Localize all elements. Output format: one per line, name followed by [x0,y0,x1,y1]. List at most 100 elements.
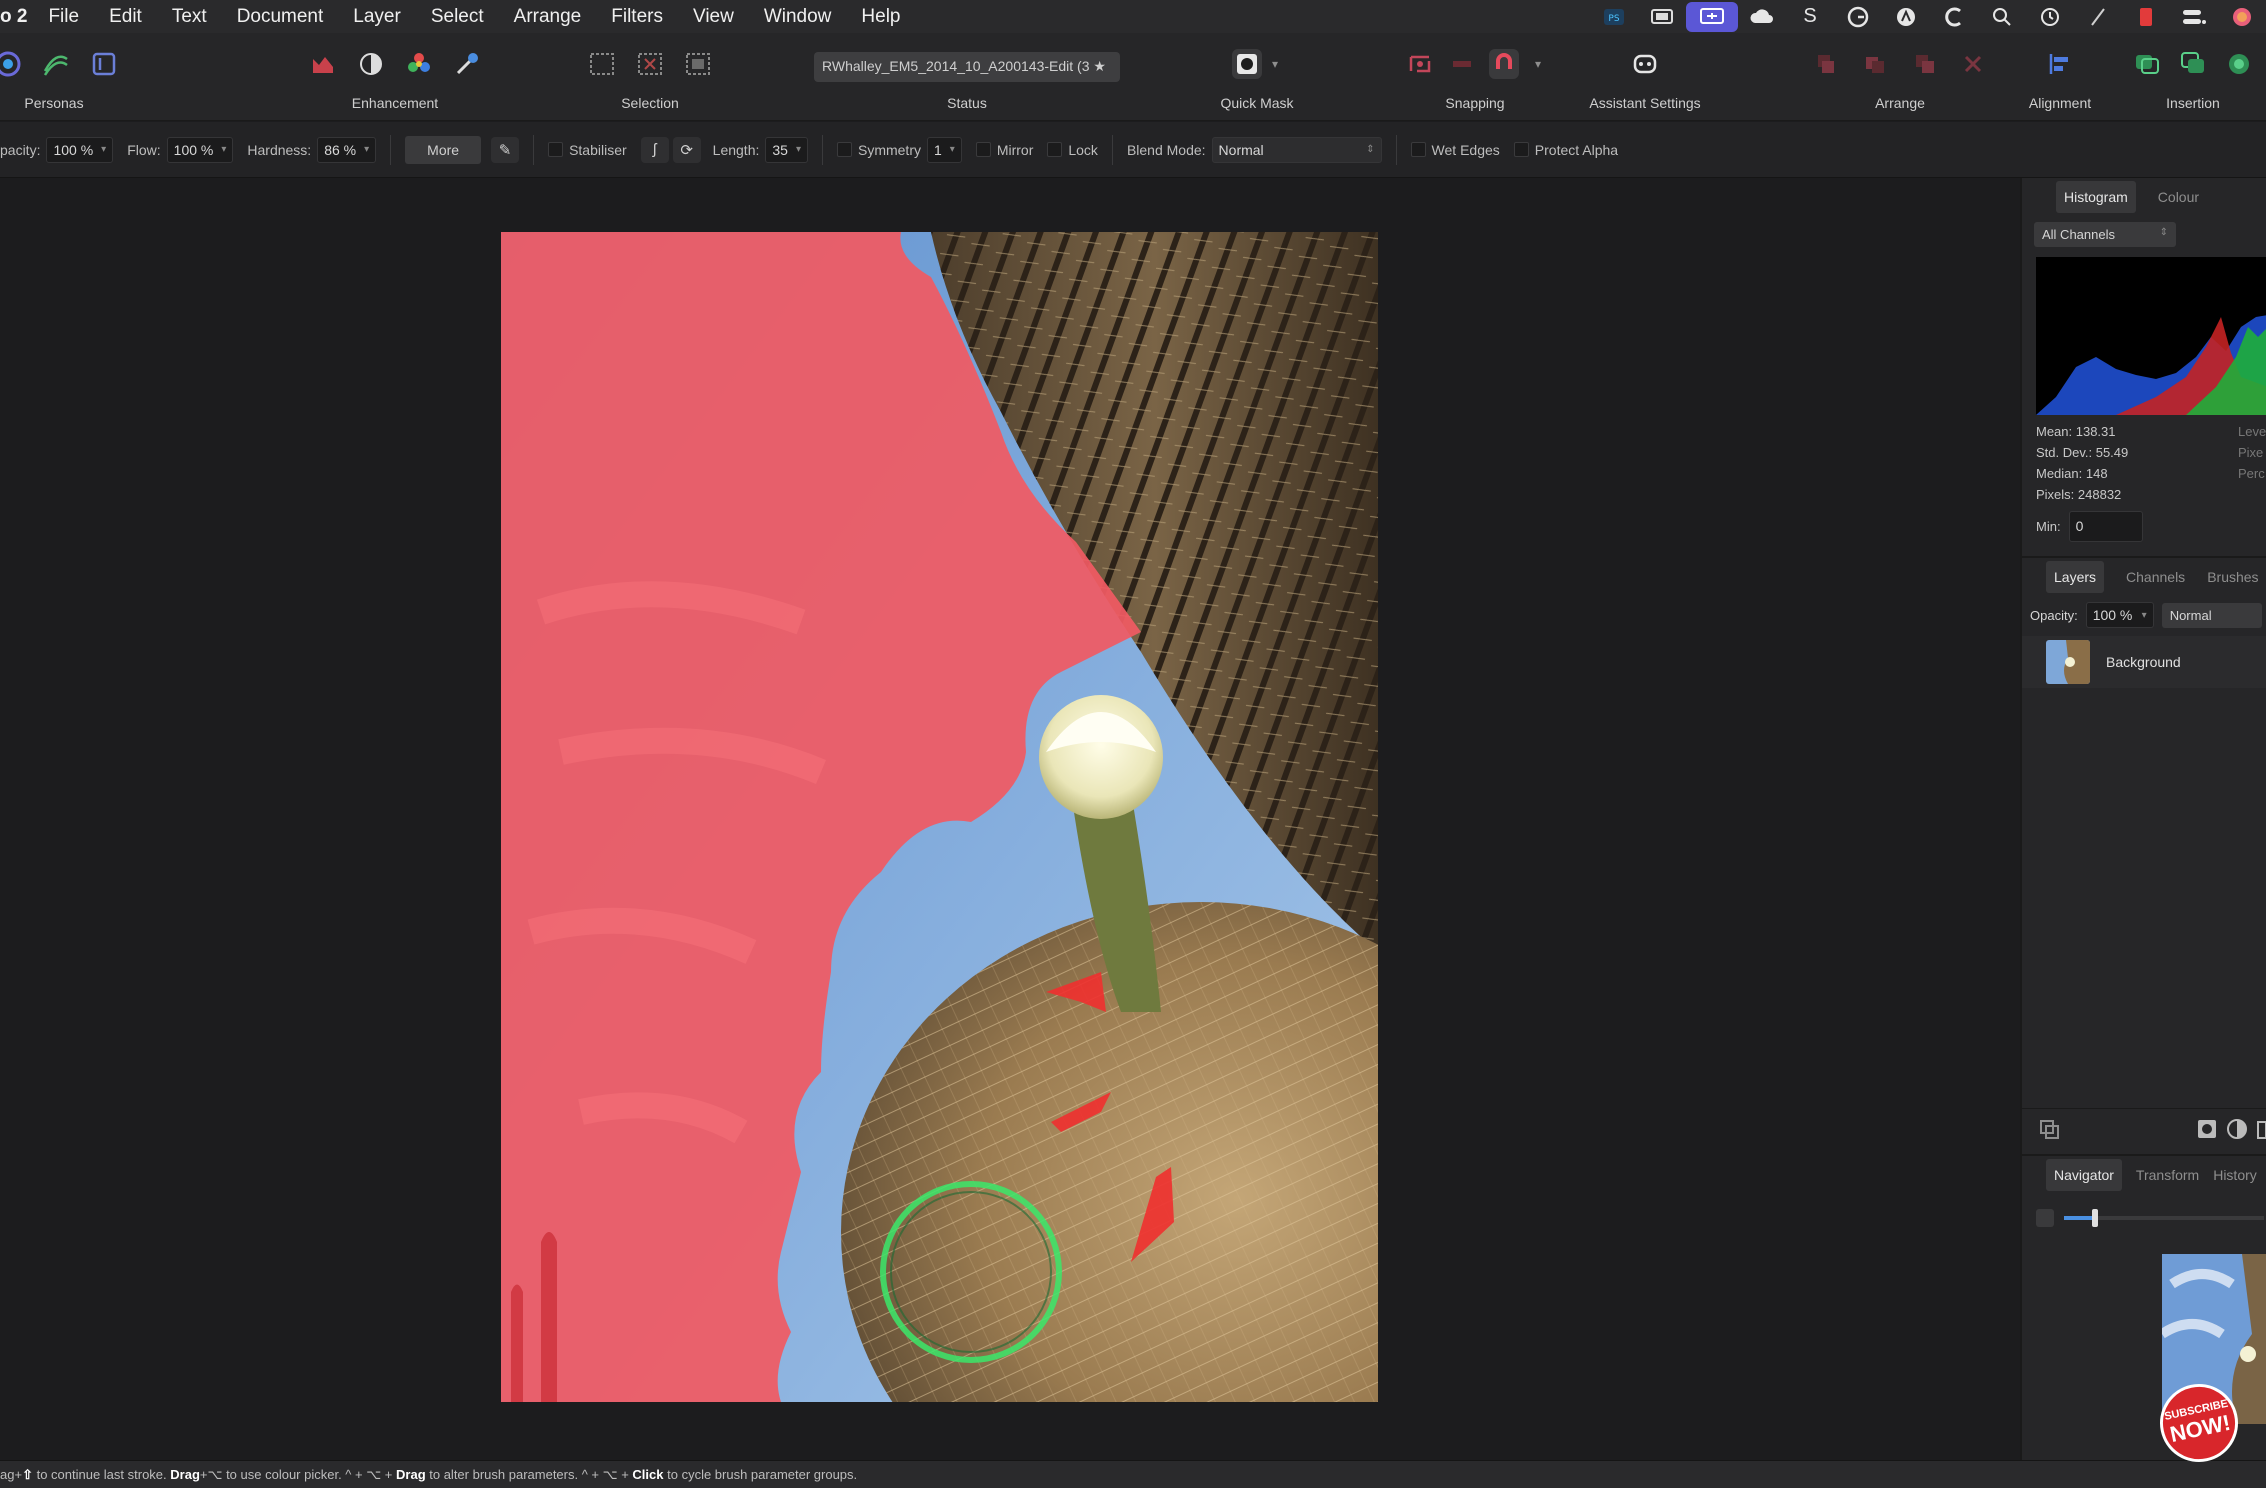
align-left-icon[interactable] [2045,49,2075,79]
snap-disabled-icon[interactable] [1447,49,1477,79]
quick-mask-dropdown-icon[interactable]: ▾ [1268,49,1282,79]
photo-persona-icon[interactable] [0,49,23,79]
insert-behind-icon[interactable] [2132,49,2162,79]
slash-icon[interactable] [2074,0,2122,33]
divider [1111,134,1113,165]
menu-select[interactable]: Select [416,6,499,28]
stabiliser-control: Stabiliser [548,142,627,158]
record-icon[interactable] [2122,0,2170,33]
window-mode-icon[interactable]: ⟳ [672,136,701,163]
display-icon[interactable] [1638,0,1686,33]
search-icon[interactable] [1978,0,2026,33]
select-all-icon[interactable] [587,49,617,79]
zoom-slider-thumb[interactable] [2092,1209,2098,1227]
quick-mask-icon[interactable] [1232,49,1262,79]
auto-white-balance-icon[interactable] [452,49,482,79]
move-back-one-icon[interactable] [1860,49,1890,79]
cactus-photo-with-mask[interactable] [501,232,1378,1402]
protect-alpha-checkbox[interactable] [1513,142,1529,157]
channel-select[interactable]: All Channels ⇕ [2034,222,2176,247]
siri-icon[interactable] [2218,0,2266,33]
stabiliser-checkbox[interactable] [548,142,564,157]
tab-history[interactable]: History [2213,1167,2257,1183]
app-menu[interactable]: o 2 [0,6,33,28]
brush-options-icon[interactable]: ✎ [491,136,520,163]
control-center-icon[interactable] [2170,0,2218,33]
snapping-group: ▾ Snapping [1390,33,1560,121]
snapping-magnet-icon[interactable] [1489,49,1519,79]
tab-channels[interactable]: Channels [2126,569,2185,585]
lock-control: Lock [1047,142,1098,158]
insert-top-icon[interactable] [2178,49,2208,79]
zoom-slider[interactable] [2036,1206,2266,1230]
menu-file[interactable]: File [33,6,94,28]
mask-layer-icon[interactable] [2196,1118,2218,1145]
develop-persona-icon[interactable] [89,49,119,79]
tab-transform[interactable]: Transform [2136,1167,2199,1183]
menu-window[interactable]: Window [749,6,847,28]
duplicate-layer-icon[interactable] [2038,1118,2060,1145]
length-field[interactable]: 35 ▾ [765,136,808,163]
s-app-icon[interactable]: S [1786,0,1834,33]
menu-view[interactable]: View [678,6,749,28]
auto-colours-icon[interactable] [404,49,434,79]
tab-brushes[interactable]: Brushes [2207,569,2258,585]
blend-mode-select[interactable]: Normal ⇕ [1211,136,1382,163]
document-workspace[interactable] [0,178,2020,1460]
adobe-icon[interactable] [1882,0,1930,33]
wet-edges-checkbox[interactable] [1410,142,1426,157]
photo-canvas[interactable] [501,232,1378,1402]
min-field[interactable]: 0 [2068,511,2143,542]
opacity-field[interactable]: 100 % ▾ [46,136,114,163]
menu-filters[interactable]: Filters [596,6,678,28]
move-to-back-icon[interactable] [1810,49,1840,79]
svg-text:PS: PS [1608,14,1619,24]
menu-text[interactable]: Text [157,6,222,28]
menu-help[interactable]: Help [846,6,915,28]
time-machine-icon[interactable] [2026,0,2074,33]
deselect-icon[interactable] [635,49,665,79]
document-status-field[interactable]: RWhalley_EM5_2014_10_A200143-Edit (3 ★ [814,52,1120,82]
rope-mode-icon[interactable]: ʃ [640,136,669,163]
insert-inside-icon[interactable] [2224,49,2254,79]
auto-contrast-icon[interactable] [356,49,386,79]
zoom-out-button[interactable] [2036,1209,2054,1227]
menu-edit[interactable]: Edit [94,6,157,28]
flow-field[interactable]: 100 % ▾ [166,136,234,163]
assistant-icon[interactable] [1630,49,1660,79]
delete-layer-icon[interactable] [2256,1118,2266,1145]
auto-levels-icon[interactable] [308,49,338,79]
main-toolbar: Personas Enhancement Selection RWhalley_… [0,33,2266,121]
mirror-checkbox[interactable] [975,142,991,157]
symmetry-count-field[interactable]: 1 ▾ [926,136,962,163]
symmetry-checkbox[interactable] [836,142,852,157]
menu-arrange[interactable]: Arrange [499,6,597,28]
c-app-icon[interactable] [1930,0,1978,33]
grammarly-icon[interactable] [1834,0,1882,33]
more-button[interactable]: More [405,135,482,164]
updown-chevron-icon: ⇕ [1366,144,1375,155]
screen-share-icon[interactable] [1686,1,1738,32]
tab-layers[interactable]: Layers [2046,561,2105,593]
layer-opacity-field[interactable]: 100 % ▾ [2085,602,2154,628]
hardness-field[interactable]: 86 % ▾ [317,136,377,163]
lock-checkbox[interactable] [1047,142,1063,157]
adjustment-layer-icon[interactable] [2226,1118,2248,1145]
invert-selection-icon[interactable] [683,49,713,79]
snapping-dropdown-icon[interactable]: ▾ [1531,49,1545,79]
alignment-group: Alignment [2010,33,2110,121]
liquify-persona-icon[interactable] [41,49,71,79]
move-to-front-icon[interactable] [1960,49,1990,79]
menu-layer[interactable]: Layer [338,6,416,28]
app-badge-icon[interactable]: PS [1590,0,1638,33]
snap-to-grid-icon[interactable] [1405,49,1435,79]
tab-colour[interactable]: Colour [2158,189,2199,205]
menu-document[interactable]: Document [222,6,339,28]
move-forward-one-icon[interactable] [1910,49,1940,79]
tab-histogram[interactable]: Histogram [2056,181,2136,213]
layer-row-background[interactable]: Background [2022,636,2266,688]
tab-navigator[interactable]: Navigator [2046,1159,2122,1191]
layer-blend-select[interactable]: Normal [2161,602,2262,628]
cloud-icon[interactable] [1738,0,1786,33]
stddev-stat: Std. Dev.: 55.49 [2036,445,2129,460]
